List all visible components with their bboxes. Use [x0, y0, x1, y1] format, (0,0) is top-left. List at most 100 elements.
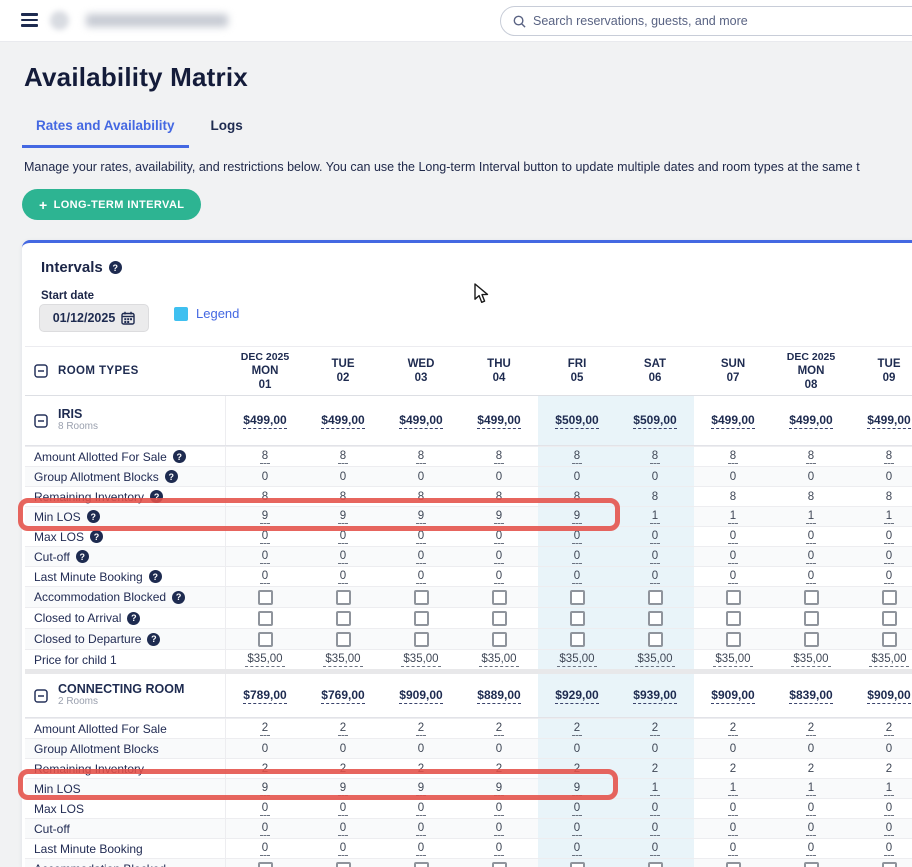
legend-link[interactable]: Legend: [174, 306, 239, 321]
editable-value[interactable]: 1: [884, 510, 894, 524]
editable-value[interactable]: 0: [494, 570, 504, 584]
rate-value[interactable]: $509,00: [633, 413, 676, 429]
checkbox[interactable]: [648, 632, 663, 647]
checkbox[interactable]: [414, 632, 429, 647]
editable-value[interactable]: 2: [572, 722, 582, 736]
editable-value[interactable]: 0: [572, 570, 582, 584]
checkbox[interactable]: [492, 590, 507, 605]
editable-value[interactable]: $35,00: [479, 653, 518, 667]
editable-value[interactable]: 1: [650, 510, 660, 524]
editable-value[interactable]: 8: [572, 450, 582, 464]
help-icon[interactable]: ?: [150, 490, 163, 503]
help-icon[interactable]: ?: [149, 570, 162, 583]
checkbox[interactable]: [492, 862, 507, 867]
editable-value[interactable]: 1: [884, 782, 894, 796]
editable-value[interactable]: 0: [260, 550, 270, 564]
checkbox[interactable]: [648, 590, 663, 605]
help-icon[interactable]: ?: [165, 470, 178, 483]
editable-value[interactable]: 0: [806, 530, 816, 544]
checkbox[interactable]: [258, 590, 273, 605]
checkbox[interactable]: [570, 862, 585, 867]
checkbox[interactable]: [804, 862, 819, 867]
editable-value[interactable]: 0: [416, 802, 426, 816]
help-icon[interactable]: ?: [172, 591, 185, 604]
editable-value[interactable]: 1: [806, 510, 816, 524]
editable-value[interactable]: 9: [338, 510, 348, 524]
checkbox[interactable]: [648, 611, 663, 626]
checkbox[interactable]: [726, 590, 741, 605]
editable-value[interactable]: 0: [884, 530, 894, 544]
editable-value[interactable]: 0: [494, 822, 504, 836]
tab-rates-and-availability[interactable]: Rates and Availability: [22, 114, 189, 148]
editable-value[interactable]: 0: [416, 822, 426, 836]
collapse-section-icon[interactable]: [34, 689, 48, 703]
editable-value[interactable]: 0: [416, 842, 426, 856]
editable-value[interactable]: 0: [884, 570, 894, 584]
rate-value[interactable]: $499,00: [867, 413, 910, 429]
editable-value[interactable]: 9: [494, 510, 504, 524]
help-icon[interactable]: ?: [173, 450, 186, 463]
editable-value[interactable]: 0: [494, 802, 504, 816]
checkbox[interactable]: [414, 590, 429, 605]
editable-value[interactable]: 0: [338, 842, 348, 856]
help-icon[interactable]: ?: [147, 633, 160, 646]
checkbox[interactable]: [336, 862, 351, 867]
editable-value[interactable]: 0: [260, 822, 270, 836]
checkbox[interactable]: [648, 862, 663, 867]
editable-value[interactable]: $35,00: [713, 653, 752, 667]
editable-value[interactable]: 8: [650, 450, 660, 464]
checkbox[interactable]: [804, 590, 819, 605]
checkbox[interactable]: [882, 590, 897, 605]
editable-value[interactable]: 0: [806, 842, 816, 856]
editable-value[interactable]: 0: [338, 550, 348, 564]
intervals-help-icon[interactable]: ?: [109, 261, 122, 274]
editable-value[interactable]: 9: [494, 782, 504, 796]
editable-value[interactable]: 0: [338, 570, 348, 584]
editable-value[interactable]: 9: [572, 510, 582, 524]
editable-value[interactable]: 8: [260, 450, 270, 464]
editable-value[interactable]: 0: [338, 530, 348, 544]
hamburger-menu-icon[interactable]: [21, 13, 38, 27]
rate-value[interactable]: $789,00: [243, 688, 286, 704]
search-input[interactable]: [533, 14, 912, 28]
rate-value[interactable]: $769,00: [321, 688, 364, 704]
editable-value[interactable]: 1: [728, 510, 738, 524]
checkbox[interactable]: [414, 862, 429, 867]
editable-value[interactable]: 0: [884, 802, 894, 816]
checkbox[interactable]: [882, 632, 897, 647]
checkbox[interactable]: [726, 632, 741, 647]
editable-value[interactable]: 0: [806, 570, 816, 584]
editable-value[interactable]: 0: [728, 842, 738, 856]
editable-value[interactable]: 2: [806, 722, 816, 736]
editable-value[interactable]: 0: [572, 802, 582, 816]
editable-value[interactable]: $35,00: [557, 653, 596, 667]
editable-value[interactable]: 2: [338, 722, 348, 736]
checkbox[interactable]: [258, 611, 273, 626]
editable-value[interactable]: $35,00: [245, 653, 284, 667]
help-icon[interactable]: ?: [90, 530, 103, 543]
editable-value[interactable]: 0: [650, 570, 660, 584]
rate-value[interactable]: $909,00: [399, 688, 442, 704]
editable-value[interactable]: 0: [650, 842, 660, 856]
editable-value[interactable]: 0: [650, 822, 660, 836]
checkbox[interactable]: [258, 862, 273, 867]
rate-value[interactable]: $929,00: [555, 688, 598, 704]
editable-value[interactable]: 9: [338, 782, 348, 796]
checkbox[interactable]: [726, 862, 741, 867]
editable-value[interactable]: 8: [806, 450, 816, 464]
checkbox[interactable]: [570, 632, 585, 647]
editable-value[interactable]: 8: [494, 450, 504, 464]
editable-value[interactable]: 2: [416, 722, 426, 736]
editable-value[interactable]: 2: [650, 722, 660, 736]
editable-value[interactable]: 0: [572, 842, 582, 856]
editable-value[interactable]: 0: [572, 530, 582, 544]
rate-value[interactable]: $889,00: [477, 688, 520, 704]
rate-value[interactable]: $499,00: [789, 413, 832, 429]
editable-value[interactable]: 8: [728, 450, 738, 464]
checkbox[interactable]: [336, 632, 351, 647]
editable-value[interactable]: $35,00: [323, 653, 362, 667]
editable-value[interactable]: 2: [260, 722, 270, 736]
tab-logs[interactable]: Logs: [197, 114, 257, 148]
editable-value[interactable]: 9: [416, 782, 426, 796]
editable-value[interactable]: 9: [416, 510, 426, 524]
